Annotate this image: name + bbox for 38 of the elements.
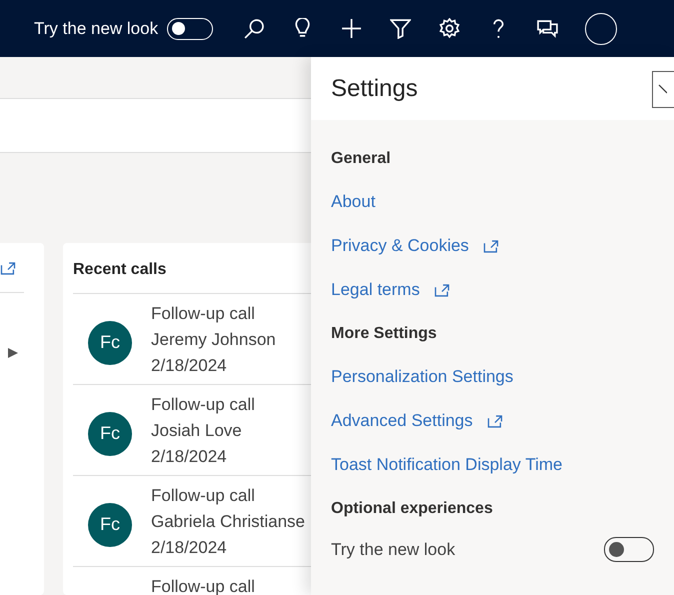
toggle-switch[interactable] <box>604 537 654 562</box>
settings-link[interactable]: Advanced Settings <box>331 411 473 431</box>
filter-icon[interactable] <box>390 18 412 39</box>
expand-triangle-icon[interactable] <box>8 348 18 358</box>
search-icon[interactable] <box>243 18 264 39</box>
call-date: 2/18/2024 <box>151 446 228 468</box>
contact-name: Josiah Love <box>151 420 243 442</box>
settings-link[interactable]: Toast Notification Display Time <box>331 455 562 475</box>
close-button[interactable] <box>652 71 674 108</box>
avatar-initials: Fc <box>88 412 132 456</box>
section-heading: More Settings <box>331 325 438 344</box>
external-link-icon <box>0 262 16 275</box>
settings-link[interactable]: About <box>331 192 376 212</box>
toggle-label: Try the new look <box>331 540 456 560</box>
panel-title: Settings <box>331 74 418 102</box>
settings-link[interactable]: Personalization Settings <box>331 367 514 387</box>
section-heading: General <box>331 150 392 169</box>
plus-icon[interactable] <box>341 18 362 39</box>
call-subject[interactable]: Follow-up call <box>151 392 255 418</box>
call-subject[interactable]: Follow-up call <box>151 483 306 509</box>
section-heading: Optional experiences <box>331 500 494 519</box>
external-link-icon <box>482 240 499 252</box>
settings-icon[interactable] <box>439 18 460 39</box>
card-title: Recent calls <box>73 261 166 278</box>
contact-name: Jeremy Johnson <box>151 329 276 351</box>
chat-icon[interactable] <box>537 18 558 39</box>
call-date: 2/18/2024 <box>151 537 228 559</box>
settings-link[interactable]: Privacy & Cookies <box>331 236 469 256</box>
external-link-icon <box>486 414 503 428</box>
toggle-label: Try the new look <box>34 18 158 38</box>
avatar-initials: Fc <box>88 320 132 364</box>
avatar-initials: Fc <box>88 502 132 546</box>
settings-link[interactable]: Legal terms <box>331 280 420 300</box>
contact-name: Gabriela Christianse <box>151 511 306 533</box>
call-date: 2/18/2024 <box>151 355 228 377</box>
avatar-icon[interactable] <box>585 12 618 44</box>
external-link-icon <box>434 284 450 296</box>
call-subject[interactable]: Follow-up call <box>151 301 276 327</box>
